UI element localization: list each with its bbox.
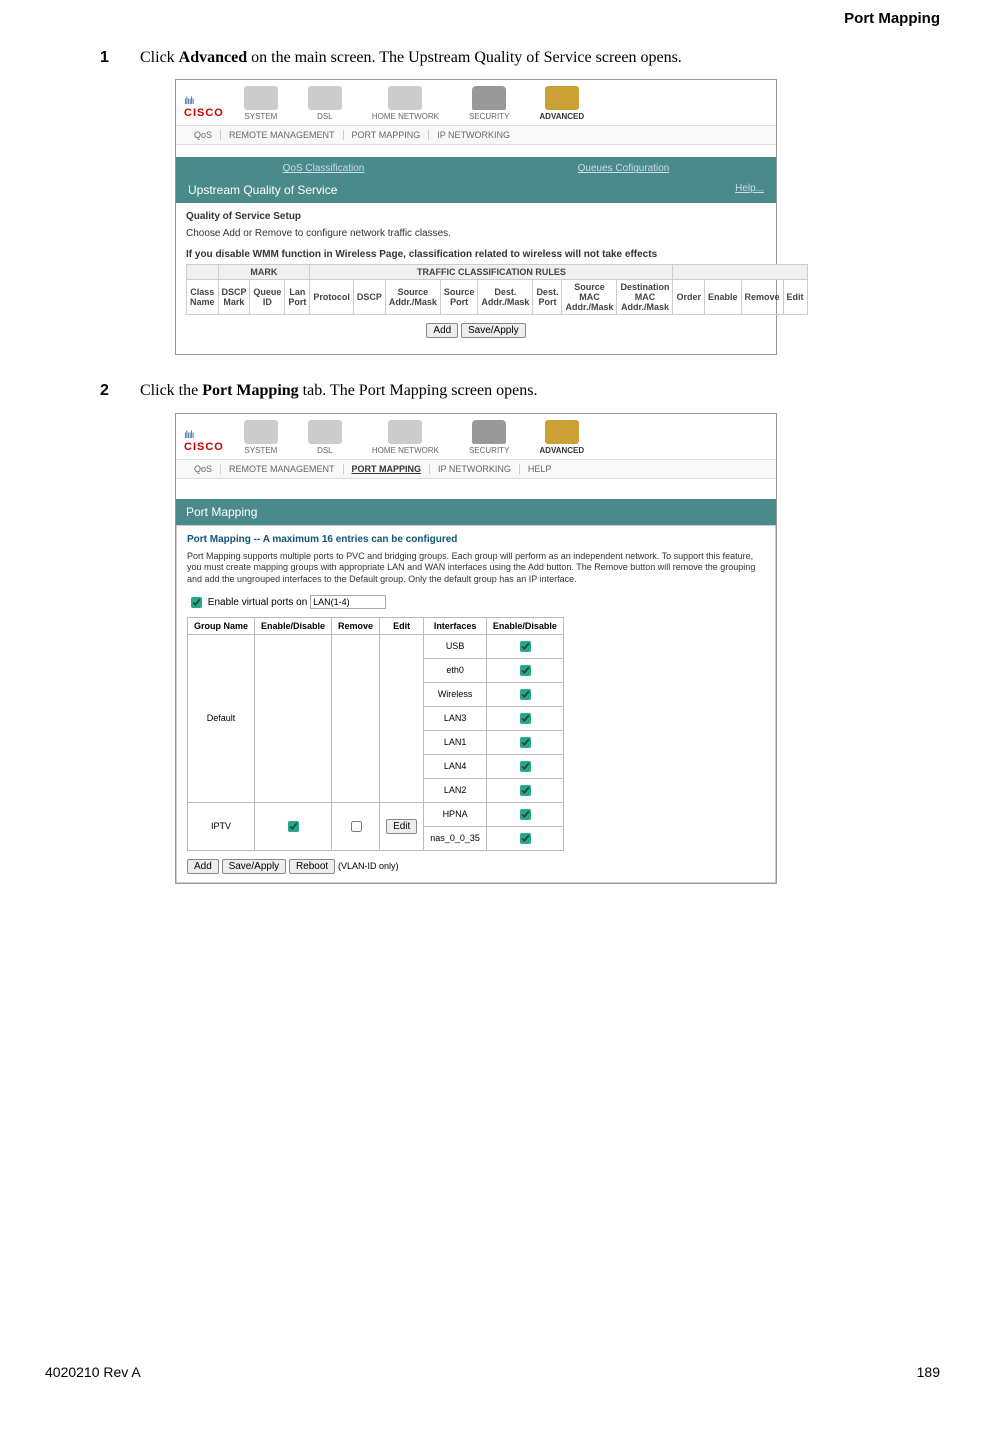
tab-dsl[interactable]: DSL (308, 86, 342, 125)
save-apply-button[interactable]: Save/Apply (461, 323, 526, 338)
pm-heading: Port Mapping -- A maximum 16 entries can… (187, 534, 765, 545)
interface-checkbox[interactable] (520, 689, 531, 700)
gear-icon (545, 86, 579, 110)
tab-dsl[interactable]: DSL (308, 420, 342, 459)
cisco-logo: ılıılı CISCO (184, 430, 244, 459)
panel-title: Port Mapping (186, 505, 257, 519)
subtab-qos[interactable]: QoS (186, 130, 221, 140)
vlan-note: (VLAN-ID only) (338, 861, 399, 871)
tab-advanced[interactable]: ADVANCED (539, 420, 584, 459)
panel-title: Upstream Quality of Service (188, 183, 337, 197)
interface-checkbox[interactable] (520, 833, 531, 844)
table-row: Default USB (188, 634, 564, 658)
table-row: IPTV Edit HPNA (188, 802, 564, 826)
tab-security[interactable]: SECURITY (469, 420, 509, 459)
panel-tab-qos-classification[interactable]: QoS Classification (273, 160, 375, 177)
group-remove-checkbox[interactable] (351, 821, 362, 832)
cisco-logo: ılıılı CISCO (184, 96, 244, 125)
screenshot-port-mapping: ılıılı CISCO SYSTEM DSL HOME NETWORK SEC… (175, 413, 777, 884)
network-icon (388, 420, 422, 444)
tab-home-network[interactable]: HOME NETWORK (372, 86, 439, 125)
arrows-icon (308, 420, 342, 444)
edit-button[interactable]: Edit (386, 819, 417, 834)
subtab-port-mapping[interactable]: PORT MAPPING (344, 464, 431, 474)
footer-page-number: 189 (917, 1364, 940, 1380)
lock-icon (472, 86, 506, 110)
interface-checkbox[interactable] (520, 785, 531, 796)
interface-checkbox[interactable] (520, 809, 531, 820)
pm-description: Port Mapping supports multiple ports to … (187, 551, 765, 586)
interface-checkbox[interactable] (520, 713, 531, 724)
subtab-port-mapping[interactable]: PORT MAPPING (344, 130, 430, 140)
reboot-button[interactable]: Reboot (289, 859, 335, 874)
step-text: Click the Port Mapping tab. The Port Map… (140, 380, 940, 402)
add-button[interactable]: Add (426, 323, 458, 338)
subtab-help[interactable]: HELP (520, 464, 560, 474)
step-2: 2 Click the Port Mapping tab. The Port M… (100, 380, 940, 402)
subtab-ip-networking[interactable]: IP NETWORKING (430, 464, 520, 474)
add-button[interactable]: Add (187, 859, 219, 874)
help-link[interactable]: Help... (735, 183, 764, 197)
screenshot-qos: ılıılı CISCO SYSTEM DSL HOME NETWORK SEC… (175, 79, 777, 355)
qos-table: MARK TRAFFIC CLASSIFICATION RULES Class … (186, 264, 808, 315)
wmm-note: If you disable WMM function in Wireless … (186, 249, 766, 260)
subtab-qos[interactable]: QoS (186, 464, 221, 474)
qos-setup-desc: Choose Add or Remove to configure networ… (186, 228, 766, 239)
network-icon (388, 86, 422, 110)
router-icon (244, 420, 278, 444)
virtual-ports-input[interactable] (310, 595, 386, 609)
tab-system[interactable]: SYSTEM (244, 420, 278, 459)
lock-icon (472, 420, 506, 444)
router-icon (244, 86, 278, 110)
qos-setup-heading: Quality of Service Setup (186, 211, 766, 222)
tab-home-network[interactable]: HOME NETWORK (372, 420, 439, 459)
port-mapping-table: Group Name Enable/Disable Remove Edit In… (187, 617, 564, 851)
gear-icon (545, 420, 579, 444)
step-number: 1 (100, 47, 140, 69)
enable-virtual-ports-checkbox[interactable] (191, 597, 202, 608)
tab-security[interactable]: SECURITY (469, 86, 509, 125)
tab-system[interactable]: SYSTEM (244, 86, 278, 125)
tab-advanced[interactable]: ADVANCED (539, 86, 584, 125)
group-enable-checkbox[interactable] (288, 821, 299, 832)
step-number: 2 (100, 380, 140, 402)
interface-checkbox[interactable] (520, 665, 531, 676)
footer-doc-id: 4020210 Rev A (45, 1364, 141, 1380)
enable-virtual-ports-label: Enable virtual ports on (208, 597, 308, 608)
interface-checkbox[interactable] (520, 761, 531, 772)
step-1: 1 Click Advanced on the main screen. The… (100, 47, 940, 69)
step-text: Click Advanced on the main screen. The U… (140, 47, 940, 69)
subtab-remote-management[interactable]: REMOTE MANAGEMENT (221, 130, 344, 140)
interface-checkbox[interactable] (520, 641, 531, 652)
section-heading: Port Mapping (45, 10, 940, 27)
subtab-ip-networking[interactable]: IP NETWORKING (429, 130, 518, 140)
subtab-remote-management[interactable]: REMOTE MANAGEMENT (221, 464, 344, 474)
interface-checkbox[interactable] (520, 737, 531, 748)
panel-tab-queues-configuration[interactable]: Queues Cofiguration (568, 160, 680, 177)
arrows-icon (308, 86, 342, 110)
save-apply-button[interactable]: Save/Apply (222, 859, 287, 874)
